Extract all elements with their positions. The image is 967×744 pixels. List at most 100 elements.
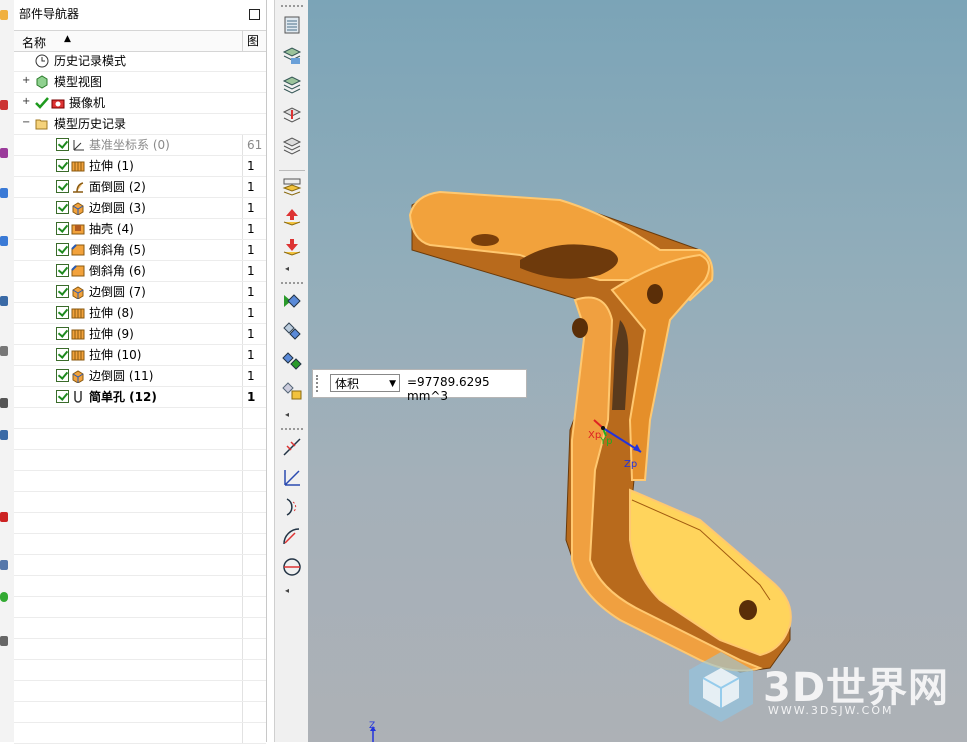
tree-row-feature[interactable]: 边倒圆 (11) 1 [14,366,266,387]
tree-row-feature[interactable]: 倒斜角 (6) 1 [14,261,266,282]
measure-arc-icon[interactable] [281,496,303,518]
collapse-icon[interactable]: − [22,118,30,128]
resource-icon-5[interactable] [0,236,8,246]
copy-to-layer-icon[interactable] [281,134,303,156]
tree-row-feature[interactable]: 抽壳 (4) 1 [14,219,266,240]
resource-icon-3[interactable] [0,148,8,158]
watermark-logo-icon [689,652,753,722]
measure-angle-icon[interactable] [281,466,303,488]
measure-distance-icon[interactable] [281,436,303,458]
visibility-checkbox[interactable] [56,222,69,235]
resource-icon-11[interactable] [0,560,8,570]
layer-category-icon[interactable] [281,74,303,96]
visibility-checkbox[interactable] [56,327,69,340]
move-to-layer-icon[interactable] [281,104,303,126]
tree-row-feature[interactable]: 拉伸 (10) 1 [14,345,266,366]
column-divider [242,723,243,743]
tree-row-feature[interactable]: 拉伸 (8) 1 [14,303,266,324]
column-name[interactable]: 名称 [22,34,46,51]
measure-radius-icon[interactable] [281,526,303,548]
folder-open-icon [35,119,48,130]
show-hide-icon[interactable] [281,290,303,312]
measure-diameter-icon[interactable] [281,556,303,578]
watermark-url: WWW.3DSJW.COM [768,704,894,717]
tree-row-camera[interactable]: + 摄像机 [14,93,266,114]
tree-row-history-mode[interactable]: 历史记录模式 [14,51,266,72]
axis-y-label: Yp [600,436,613,447]
visibility-checkbox[interactable] [56,306,69,319]
move-up-icon[interactable] [281,206,303,228]
show-all-icon[interactable] [281,350,303,372]
visibility-checkbox[interactable] [56,159,69,172]
resource-icon-10[interactable] [0,512,8,522]
resource-icon-1[interactable] [0,10,8,20]
tree-row-feature[interactable]: 拉伸 (9) 1 [14,324,266,345]
tree-row-feature[interactable]: 边倒圆 (7) 1 [14,282,266,303]
visibility-checkbox[interactable] [56,264,69,277]
visibility-checkbox[interactable] [56,348,69,361]
column-divider [242,261,243,281]
tree-label: 拉伸 (1) [89,159,134,173]
tree-label: 摄像机 [69,96,106,110]
resource-icon-8[interactable] [0,398,8,408]
tree-label: 基准坐标系 (0) [89,138,170,152]
move-down-icon[interactable] [281,236,303,258]
maximize-icon[interactable] [249,9,260,20]
layer-settings-icon[interactable] [281,14,303,36]
visibility-checkbox[interactable] [56,138,69,151]
tree-label: 倒斜角 (6) [89,264,146,278]
tree-value: 1 [247,222,255,236]
measure-value: =97789.6295 mm^3 [407,375,490,403]
sort-up-icon[interactable]: ▲ [64,34,71,44]
empty-row [14,408,266,429]
extrude-icon [71,350,85,361]
visibility-checkbox[interactable] [56,201,69,214]
drag-handle[interactable] [316,375,322,392]
tree-row-feature[interactable]: 拉伸 (1) 1 [14,156,266,177]
tree-label: 模型视图 [54,75,103,89]
tree-row-feature[interactable]: 倒斜角 (5) 1 [14,240,266,261]
tree-value: 61 [247,138,263,152]
expand-icon[interactable]: + [22,76,30,86]
tree-row-model-views[interactable]: + 模型视图 [14,72,266,93]
visibility-checkbox[interactable] [56,180,69,193]
measure-type-select[interactable]: 体积 ▼ [330,374,400,392]
column-divider [242,177,243,197]
invert-show-hide-icon[interactable] [281,320,303,342]
toolbar-more-icon[interactable]: ◂ [285,264,289,273]
column-divider [242,408,243,428]
resource-icon-2[interactable] [0,100,8,110]
resource-icon-7[interactable] [0,346,8,356]
tree-row-feature[interactable]: 边倒圆 (3) 1 [14,198,266,219]
tree-row-feature-current[interactable]: 简单孔 (12) 1 [14,387,266,408]
visibility-checkbox[interactable] [56,369,69,382]
tree-row-model-history[interactable]: − 模型历史记录 [14,114,266,135]
empty-row [14,681,266,702]
resource-icon-6[interactable] [0,296,8,306]
toolbar-grip[interactable] [281,428,303,433]
tree-row-feature[interactable]: 基准坐标系 (0) 61 [14,135,266,156]
visibility-checkbox[interactable] [56,285,69,298]
column-divider [242,324,243,344]
resource-icon-9[interactable] [0,430,8,440]
tree-row-feature[interactable]: 面倒圆 (2) 1 [14,177,266,198]
toolbar-grip[interactable] [281,282,303,287]
tree-label: 模型历史记录 [54,117,127,131]
visible-in-view-icon[interactable] [281,44,303,66]
tree-value: 1 [247,264,255,278]
dropdown-arrow-icon[interactable]: ▼ [389,375,396,393]
resource-icon-4[interactable] [0,188,8,198]
toolbar-grip[interactable] [281,5,303,10]
resource-icon-13[interactable] [0,636,8,646]
toolbar-more-icon[interactable]: ◂ [285,410,289,419]
visibility-checkbox[interactable] [56,390,69,403]
visibility-checkbox[interactable] [56,243,69,256]
show-hidden-icon[interactable] [281,380,303,402]
column-2[interactable]: 图 [242,31,259,51]
work-layer-icon[interactable] [281,176,303,198]
expand-icon[interactable]: + [22,97,30,107]
column-divider [242,639,243,659]
toolbar-more-icon[interactable]: ◂ [285,586,289,595]
column-divider [242,492,243,512]
resource-icon-12[interactable] [0,592,8,602]
